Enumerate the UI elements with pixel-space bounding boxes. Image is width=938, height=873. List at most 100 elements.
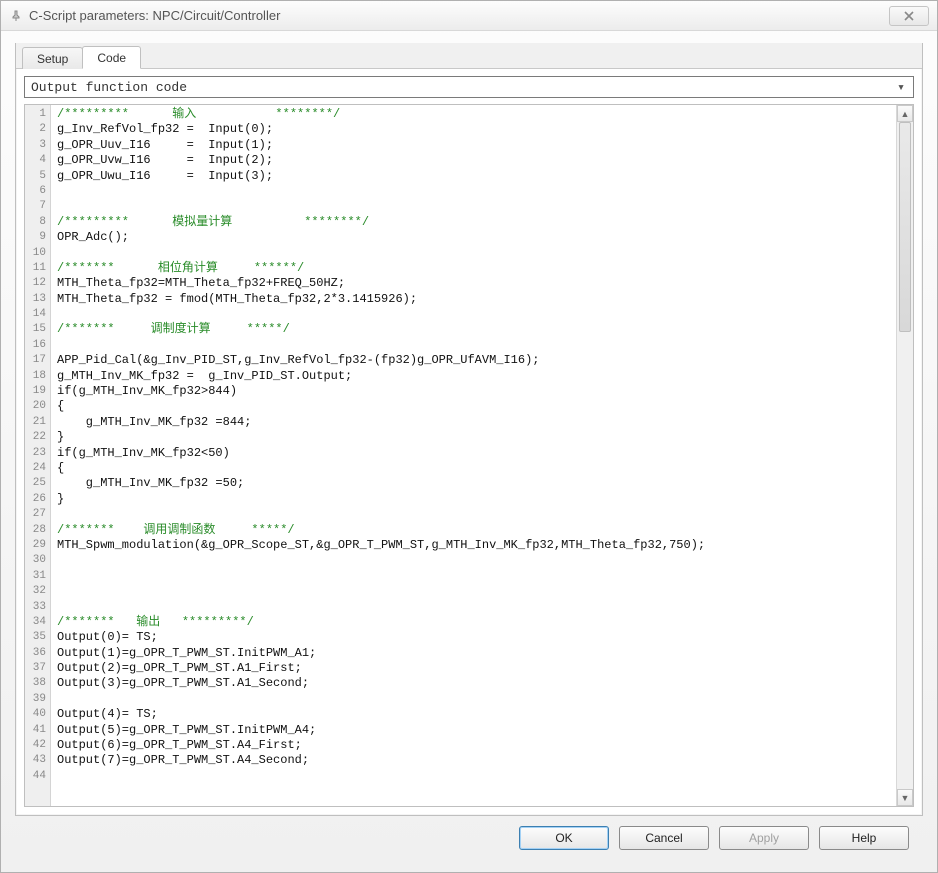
window-title: C-Script parameters: NPC/Circuit/Control… (29, 8, 280, 23)
line-number: 6 (25, 184, 46, 199)
scroll-track[interactable] (897, 122, 913, 789)
line-number: 9 (25, 230, 46, 245)
line-number: 14 (25, 307, 46, 322)
code-line[interactable]: g_MTH_Inv_MK_fp32 =50; (57, 476, 896, 491)
code-line[interactable]: MTH_Theta_fp32=MTH_Theta_fp32+FREQ_50HZ; (57, 276, 896, 291)
code-line[interactable]: { (57, 461, 896, 476)
line-number: 1 (25, 107, 46, 122)
code-line[interactable]: MTH_Spwm_modulation(&g_OPR_Scope_ST,&g_O… (57, 538, 896, 553)
line-number: 29 (25, 538, 46, 553)
line-number: 17 (25, 353, 46, 368)
line-number: 26 (25, 492, 46, 507)
line-number: 3 (25, 138, 46, 153)
line-number: 5 (25, 169, 46, 184)
code-line[interactable]: Output(6)=g_OPR_T_PWM_ST.A4_First; (57, 738, 896, 753)
line-number: 13 (25, 292, 46, 307)
titlebar[interactable]: C-Script parameters: NPC/Circuit/Control… (1, 1, 937, 31)
function-select[interactable]: Output function code ▾ (24, 76, 914, 98)
scroll-up-button[interactable]: ▲ (897, 105, 913, 122)
code-line[interactable]: /********* 输入 ********/ (57, 107, 896, 122)
line-number-gutter: 1234567891011121314151617181920212223242… (25, 105, 51, 806)
tab-code[interactable]: Code (82, 46, 141, 69)
close-icon (903, 11, 915, 21)
code-line[interactable]: APP_Pid_Cal(&g_Inv_PID_ST,g_Inv_RefVol_f… (57, 353, 896, 368)
code-line[interactable]: } (57, 492, 896, 507)
code-line[interactable]: /******* 输出 *********/ (57, 615, 896, 630)
dialog-window: C-Script parameters: NPC/Circuit/Control… (0, 0, 938, 873)
tab-setup[interactable]: Setup (22, 47, 83, 69)
code-line[interactable] (57, 692, 896, 707)
line-number: 10 (25, 246, 46, 261)
cancel-button[interactable]: Cancel (619, 826, 709, 850)
code-line[interactable]: /******* 调制度计算 *****/ (57, 322, 896, 337)
code-line[interactable] (57, 338, 896, 353)
tabs-bar: Setup Code (16, 43, 922, 69)
line-number: 44 (25, 769, 46, 784)
code-line[interactable]: Output(3)=g_OPR_T_PWM_ST.A1_Second; (57, 676, 896, 691)
line-number: 22 (25, 430, 46, 445)
line-number: 11 (25, 261, 46, 276)
line-number: 36 (25, 646, 46, 661)
line-number: 30 (25, 553, 46, 568)
line-number: 23 (25, 446, 46, 461)
code-line[interactable]: g_MTH_Inv_MK_fp32 =844; (57, 415, 896, 430)
ok-button[interactable]: OK (519, 826, 609, 850)
code-line[interactable]: Output(7)=g_OPR_T_PWM_ST.A4_Second; (57, 753, 896, 768)
scroll-down-button[interactable]: ▼ (897, 789, 913, 806)
line-number: 37 (25, 661, 46, 676)
code-line[interactable]: OPR_Adc(); (57, 230, 896, 245)
line-number: 34 (25, 615, 46, 630)
line-number: 24 (25, 461, 46, 476)
code-line[interactable]: g_MTH_Inv_MK_fp32 = g_Inv_PID_ST.Output; (57, 369, 896, 384)
code-line[interactable] (57, 199, 896, 214)
code-line[interactable]: Output(5)=g_OPR_T_PWM_ST.InitPWM_A4; (57, 723, 896, 738)
code-line[interactable] (57, 569, 896, 584)
code-line[interactable]: Output(4)= TS; (57, 707, 896, 722)
code-line[interactable] (57, 584, 896, 599)
close-button[interactable] (889, 6, 929, 26)
line-number: 39 (25, 692, 46, 707)
line-number: 15 (25, 322, 46, 337)
code-editor[interactable]: 1234567891011121314151617181920212223242… (24, 104, 914, 807)
code-line[interactable] (57, 246, 896, 261)
button-bar: OK Cancel Apply Help (15, 816, 923, 862)
code-line[interactable]: g_OPR_Uvw_I16 = Input(2); (57, 153, 896, 168)
help-button[interactable]: Help (819, 826, 909, 850)
code-line[interactable]: if(g_MTH_Inv_MK_fp32<50) (57, 446, 896, 461)
line-number: 25 (25, 476, 46, 491)
code-line[interactable]: if(g_MTH_Inv_MK_fp32>844) (57, 384, 896, 399)
code-area[interactable]: /********* 输入 ********/g_Inv_RefVol_fp32… (51, 105, 896, 806)
code-line[interactable]: { (57, 399, 896, 414)
code-line[interactable]: Output(2)=g_OPR_T_PWM_ST.A1_First; (57, 661, 896, 676)
line-number: 28 (25, 523, 46, 538)
code-line[interactable]: MTH_Theta_fp32 = fmod(MTH_Theta_fp32,2*3… (57, 292, 896, 307)
line-number: 31 (25, 569, 46, 584)
apply-button[interactable]: Apply (719, 826, 809, 850)
code-line[interactable] (57, 769, 896, 784)
code-line[interactable] (57, 507, 896, 522)
function-select-value: Output function code (31, 80, 893, 95)
code-line[interactable] (57, 307, 896, 322)
code-line[interactable]: Output(1)=g_OPR_T_PWM_ST.InitPWM_A1; (57, 646, 896, 661)
code-line[interactable]: g_OPR_Uuv_I16 = Input(1); (57, 138, 896, 153)
line-number: 42 (25, 738, 46, 753)
code-line[interactable] (57, 184, 896, 199)
scroll-thumb[interactable] (899, 122, 911, 332)
code-line[interactable]: Output(0)= TS; (57, 630, 896, 645)
line-number: 41 (25, 723, 46, 738)
code-line[interactable]: g_OPR_Uwu_I16 = Input(3); (57, 169, 896, 184)
line-number: 35 (25, 630, 46, 645)
code-line[interactable]: /********* 模拟量计算 ********/ (57, 215, 896, 230)
pin-icon[interactable] (9, 9, 23, 23)
line-number: 4 (25, 153, 46, 168)
vertical-scrollbar[interactable]: ▲ ▼ (896, 105, 913, 806)
code-line[interactable]: g_Inv_RefVol_fp32 = Input(0); (57, 122, 896, 137)
line-number: 16 (25, 338, 46, 353)
line-number: 38 (25, 676, 46, 691)
code-line[interactable] (57, 553, 896, 568)
code-line[interactable]: /******* 调用调制函数 *****/ (57, 523, 896, 538)
code-line[interactable]: /******* 相位角计算 ******/ (57, 261, 896, 276)
code-line[interactable]: } (57, 430, 896, 445)
code-line[interactable] (57, 600, 896, 615)
line-number: 7 (25, 199, 46, 214)
